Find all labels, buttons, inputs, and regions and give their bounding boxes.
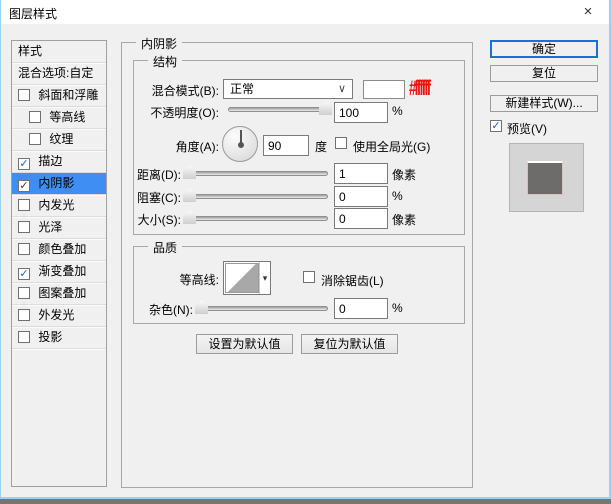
noise-input[interactable] — [334, 298, 388, 319]
sidebar-item-7[interactable]: 内发光 — [12, 195, 106, 217]
sidebar-item-label: 投影 — [38, 330, 62, 344]
size-slider-track[interactable] — [185, 216, 328, 221]
contour-picker[interactable]: ▾ — [223, 261, 271, 295]
antialias-label: 消除锯齿(L) — [321, 272, 384, 289]
blend-mode-value: 正常 — [230, 82, 254, 96]
global-light-label: 使用全局光(G) — [353, 138, 430, 155]
style-checkbox[interactable] — [18, 331, 30, 343]
opacity-input[interactable] — [334, 102, 388, 123]
chevron-down-icon: ∨ — [338, 80, 346, 98]
style-checkbox[interactable]: ✓ — [18, 180, 30, 192]
angle-label: 角度(A): — [131, 138, 219, 155]
opacity-slider-track[interactable] — [228, 107, 332, 112]
color-hex-annotation: #ffffff — [409, 77, 429, 101]
sidebar-item-12[interactable]: 外发光 — [12, 305, 106, 327]
style-checkbox[interactable] — [18, 199, 30, 211]
sidebar-item-label: 颜色叠加 — [38, 242, 86, 256]
choke-input[interactable] — [334, 186, 388, 207]
noise-slider-track[interactable] — [197, 306, 328, 311]
style-checkbox[interactable] — [18, 287, 30, 299]
blend-mode-label: 混合模式(B): — [131, 82, 219, 99]
sidebar-item-0[interactable]: 样式 — [12, 41, 106, 63]
distance-unit: 像素 — [392, 166, 416, 183]
structure-group-title: 结构 — [148, 53, 182, 70]
size-input[interactable] — [334, 208, 388, 229]
sidebar-item-label: 斜面和浮雕 — [38, 88, 98, 102]
style-checkbox[interactable] — [18, 309, 30, 321]
distance-label: 距离(D): — [131, 166, 181, 183]
blend-mode-select[interactable]: 正常 ∨ — [223, 79, 353, 99]
style-checkbox[interactable] — [18, 89, 30, 101]
angle-dial[interactable] — [222, 126, 258, 162]
style-checkbox[interactable] — [29, 111, 41, 123]
dialog-title: 图层样式 — [9, 5, 57, 22]
panel-title: 内阴影 — [136, 35, 182, 52]
size-label: 大小(S): — [131, 211, 181, 228]
noise-unit: % — [392, 301, 403, 315]
quality-group-title: 品质 — [148, 239, 182, 256]
opacity-unit: % — [392, 104, 403, 118]
size-unit: 像素 — [392, 211, 416, 228]
sidebar-item-label: 图案叠加 — [38, 286, 86, 300]
antialias-checkbox[interactable] — [303, 271, 315, 283]
sidebar-item-6[interactable]: ✓ 内阴影 — [12, 173, 106, 195]
style-preview-swatch — [509, 143, 584, 212]
preview-label: 预览(V) — [507, 120, 547, 137]
sidebar-item-label: 内阴影 — [38, 176, 74, 190]
sidebar-item-label: 外发光 — [38, 308, 74, 322]
ok-button[interactable]: 确定 — [490, 40, 598, 58]
angle-unit: 度 — [315, 138, 327, 155]
sidebar-item-label: 描边 — [38, 154, 62, 168]
style-preview-inner-square — [527, 161, 563, 195]
dropdown-arrow-icon[interactable]: ▾ — [259, 262, 270, 294]
style-checkbox[interactable] — [18, 243, 30, 255]
reset-button[interactable]: 复位 — [490, 65, 598, 82]
reset-default-button[interactable]: 复位为默认值 — [301, 334, 398, 354]
sidebar-item-13[interactable]: 投影 — [12, 327, 106, 349]
shadow-color-swatch[interactable] — [363, 80, 405, 99]
choke-slider-track[interactable] — [185, 194, 328, 199]
noise-label: 杂色(N): — [131, 301, 193, 318]
new-style-button[interactable]: 新建样式(W)... — [490, 95, 598, 112]
style-checkbox[interactable] — [18, 221, 30, 233]
angle-hub — [238, 142, 244, 148]
sidebar-item-11[interactable]: 图案叠加 — [12, 283, 106, 305]
contour-thumbnail[interactable] — [225, 263, 259, 293]
sidebar-item-label: 等高线 — [49, 110, 85, 124]
sidebar-item-1[interactable]: 混合选项:自定 — [12, 63, 106, 85]
sidebar-item-label: 纹理 — [49, 132, 73, 146]
choke-unit: % — [392, 189, 403, 203]
sidebar-item-10[interactable]: ✓ 渐变叠加 — [12, 261, 106, 283]
set-default-button[interactable]: 设置为默认值 — [196, 334, 293, 354]
screen: 图层样式 × 样式 混合选项:自定 斜面和浮雕 等高线 — [0, 0, 611, 504]
distance-input[interactable] — [334, 163, 388, 184]
layer-style-dialog: 图层样式 × 样式 混合选项:自定 斜面和浮雕 等高线 — [0, 0, 611, 499]
preview-checkbox[interactable]: ✓ — [490, 120, 502, 132]
choke-label: 阻塞(C): — [131, 189, 181, 206]
sidebar-item-label: 样式 — [18, 44, 42, 58]
close-icon[interactable]: × — [575, 2, 601, 22]
contour-label: 等高线: — [131, 271, 219, 288]
sidebar-item-3[interactable]: 等高线 — [12, 107, 106, 129]
sidebar-item-2[interactable]: 斜面和浮雕 — [12, 85, 106, 107]
global-light-checkbox[interactable] — [335, 137, 347, 149]
opacity-label: 不透明度(O): — [131, 104, 219, 121]
sidebar-item-label: 混合选项:自定 — [18, 66, 93, 80]
style-list: 样式 混合选项:自定 斜面和浮雕 等高线 纹理 ✓ — [11, 40, 107, 487]
sidebar-item-label: 内发光 — [38, 198, 74, 212]
sidebar-item-9[interactable]: 颜色叠加 — [12, 239, 106, 261]
angle-input[interactable] — [263, 135, 309, 156]
sidebar-item-8[interactable]: 光泽 — [12, 217, 106, 239]
distance-slider-track[interactable] — [185, 171, 328, 176]
style-checkbox[interactable] — [29, 133, 41, 145]
sidebar-item-label: 光泽 — [38, 220, 62, 234]
sidebar-item-5[interactable]: ✓ 描边 — [12, 151, 106, 173]
style-checkbox[interactable]: ✓ — [18, 158, 30, 170]
style-checkbox[interactable]: ✓ — [18, 268, 30, 280]
sidebar-item-4[interactable]: 纹理 — [12, 129, 106, 151]
sidebar-item-label: 渐变叠加 — [38, 264, 86, 278]
dialog-titlebar[interactable]: 图层样式 × — [1, 0, 609, 24]
